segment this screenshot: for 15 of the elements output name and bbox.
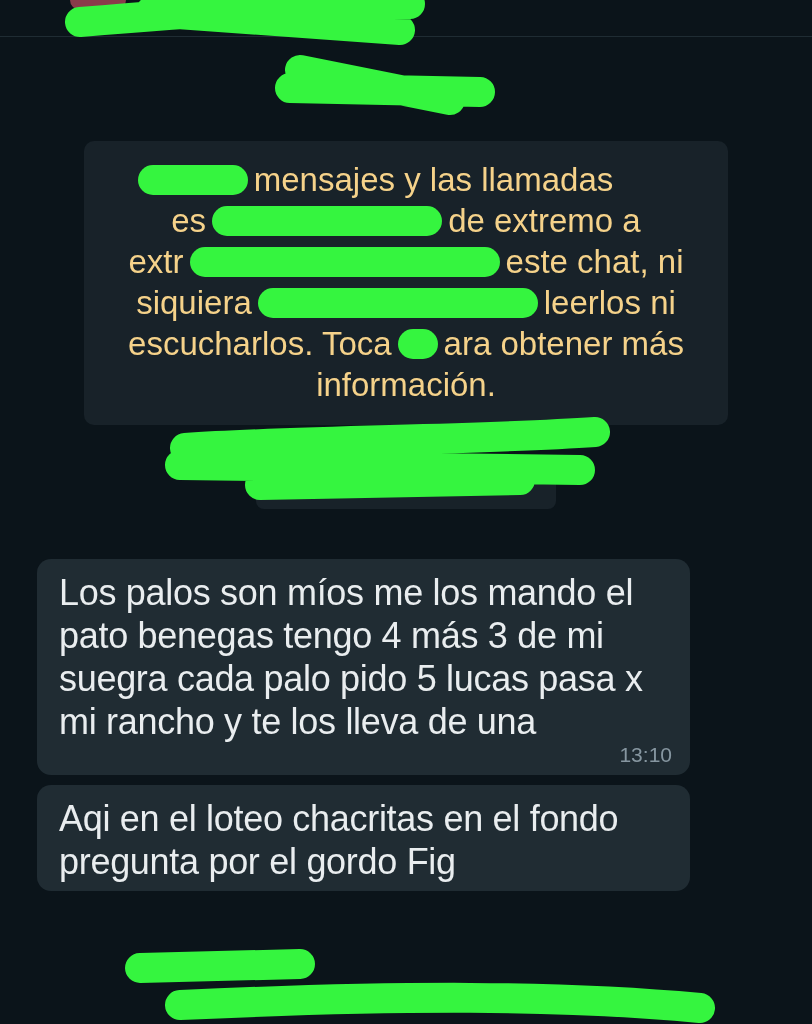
notice-text: mensajes y las llamadas — [253, 160, 614, 200]
notice-text: siquiera — [136, 283, 252, 323]
message-text: Aqi en el loteo chacritas en el fondo pregunta por el gordo Fig — [59, 797, 620, 883]
message-text: Los palos son míos me los mando el pato benegas tengo 4 más 3 de mi suegra cada palo pido 5 lucas pasa x mi rancho y te los lleva de una — [59, 571, 644, 743]
notice-text: es — [171, 201, 207, 241]
notice-text: ara obtener más — [443, 324, 684, 364]
notice-text: escucharlos. Toca — [128, 324, 392, 364]
notice-text: de extremo a — [448, 201, 641, 241]
notice-text: este chat, ni — [505, 242, 684, 282]
encryption-notice[interactable]: mensajes y las llamadas es de extremo a extr este chat, ni siquiera leerlos ni escucharlos. Toca ara obtener más información. — [84, 141, 728, 425]
notice-text: extr — [128, 242, 184, 282]
message-time: 13:10 — [619, 743, 672, 767]
notice-text: información. — [316, 365, 496, 405]
notice-text: leerlos ni — [543, 283, 676, 323]
redaction-mark — [397, 328, 438, 359]
